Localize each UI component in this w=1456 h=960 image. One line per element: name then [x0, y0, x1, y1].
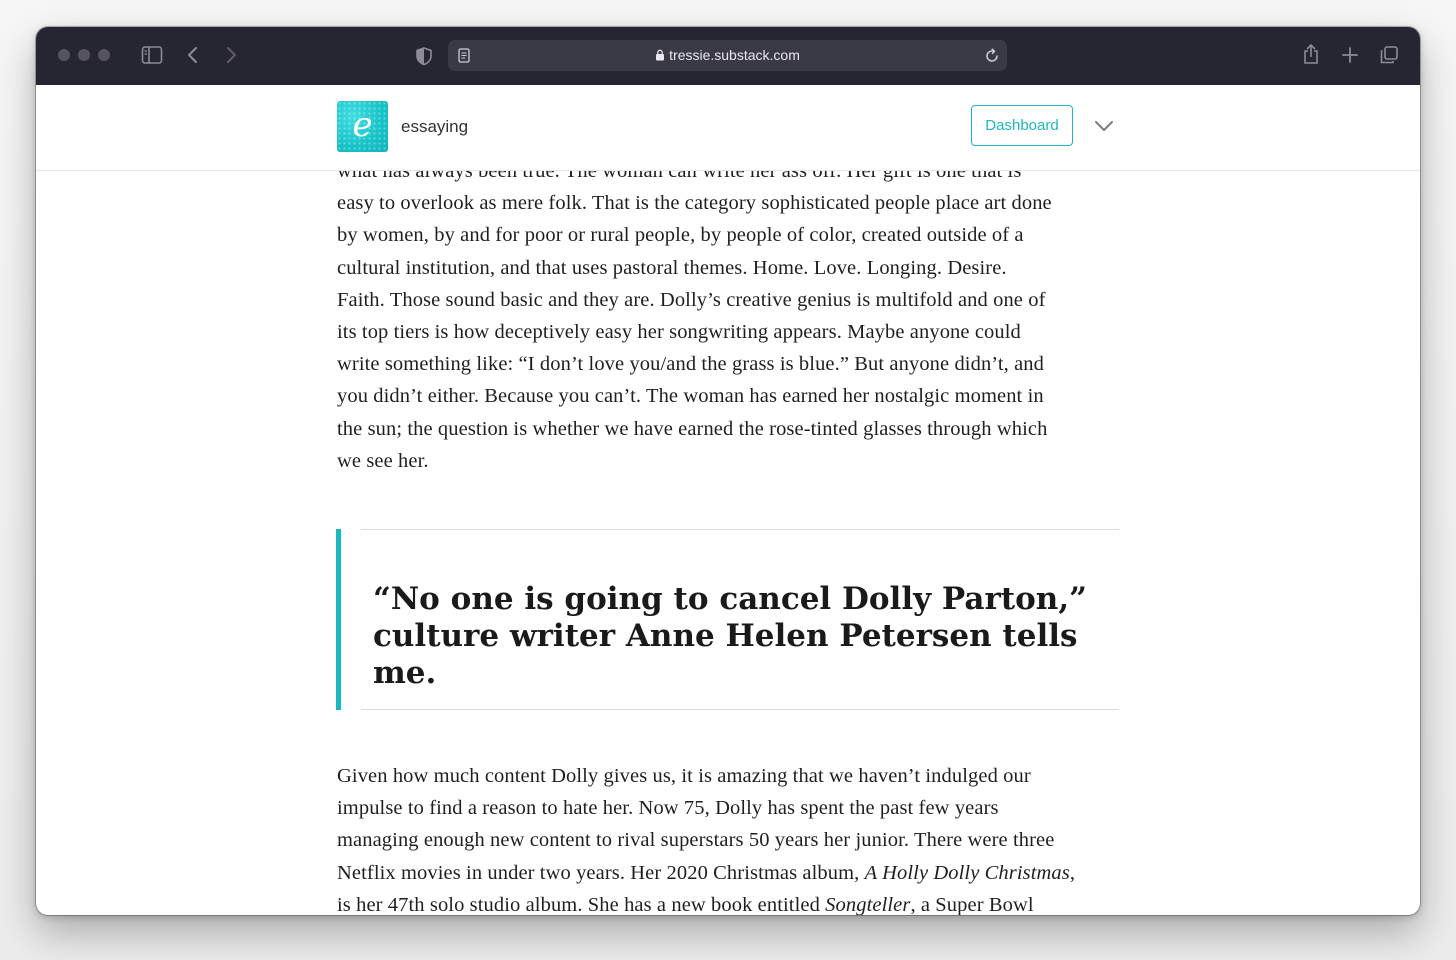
text-line: impulse to find a reason to hate her. No…	[337, 797, 999, 820]
pullquote-line: “No one is going to cancel Dolly Parton,…	[373, 581, 1087, 617]
text-line: Faith. Those sound basic and they are. D…	[337, 288, 1046, 311]
book-title: Songteller	[825, 893, 911, 915]
text-line: managing enough new content to rival sup…	[337, 829, 1055, 852]
text-line: cultural institution, and that uses past…	[337, 256, 1007, 279]
tab-overview-icon[interactable]	[1379, 45, 1399, 65]
text-line: Netflix movies in under two years. Her 2…	[337, 861, 865, 884]
album-title: A Holly Dolly Christmas	[864, 861, 1070, 884]
pullquote-bottom-rule	[361, 709, 1119, 710]
reload-icon[interactable]	[984, 48, 1000, 64]
minimize-window-button[interactable]	[78, 49, 90, 61]
share-icon[interactable]	[1302, 43, 1320, 65]
privacy-shield-icon[interactable]	[415, 46, 433, 66]
url-text: tressie.substack.com	[669, 47, 800, 63]
publication-name[interactable]: essaying	[401, 117, 468, 137]
new-tab-plus-icon[interactable]	[1341, 46, 1359, 64]
text-line: is her 47th solo studio album. She has a…	[337, 893, 826, 915]
pullquote-line: culture writer Anne Helen Petersen tells…	[373, 618, 1078, 691]
article-paragraph: what has always been true. The woman can…	[337, 155, 1127, 477]
publication-logo[interactable]: e	[337, 101, 388, 152]
close-window-button[interactable]	[58, 49, 70, 61]
sidebar-toggle-icon[interactable]	[141, 45, 163, 65]
site-header: e essaying Dashboard	[36, 85, 1420, 171]
forward-chevron-icon[interactable]	[224, 45, 238, 65]
zoom-window-button[interactable]	[98, 49, 110, 61]
pullquote-accent-bar	[336, 529, 341, 710]
text-line: its top tiers is how deceptively easy he…	[337, 321, 1021, 344]
text-line: write something like: “I don’t love you/…	[337, 353, 1044, 376]
dashboard-button[interactable]: Dashboard	[971, 105, 1073, 146]
text-line: easy to overlook as mere folk. That is t…	[337, 192, 1052, 215]
address-bar[interactable]: tressie.substack.com	[448, 40, 1007, 71]
text-line: you didn’t either. Because you can’t. Th…	[337, 385, 1044, 408]
text-fragment: ,	[1069, 861, 1076, 884]
text-fragment: , a Super Bowl	[910, 893, 1034, 915]
article-paragraph: Given how much content Dolly gives us, i…	[337, 760, 1127, 915]
pullquote: “No one is going to cancel Dolly Parton,…	[373, 581, 1113, 692]
text-line: the sun; the question is whether we have…	[337, 417, 1048, 440]
logo-letter: e	[352, 105, 373, 145]
text-line: Given how much content Dolly gives us, i…	[337, 765, 1031, 787]
text-line: by women, by and for poor or rural peopl…	[337, 224, 1024, 247]
lock-icon	[656, 49, 665, 61]
text-line: we see her.	[337, 449, 429, 472]
chevron-down-icon[interactable]	[1094, 120, 1114, 132]
url-display[interactable]: tressie.substack.com	[448, 47, 1007, 63]
browser-toolbar: tressie.substack.com	[36, 27, 1420, 86]
back-chevron-icon[interactable]	[186, 45, 200, 65]
pullquote-top-rule	[361, 529, 1119, 530]
browser-window: tressie.substack.com e essaying Dashboar…	[36, 27, 1420, 915]
